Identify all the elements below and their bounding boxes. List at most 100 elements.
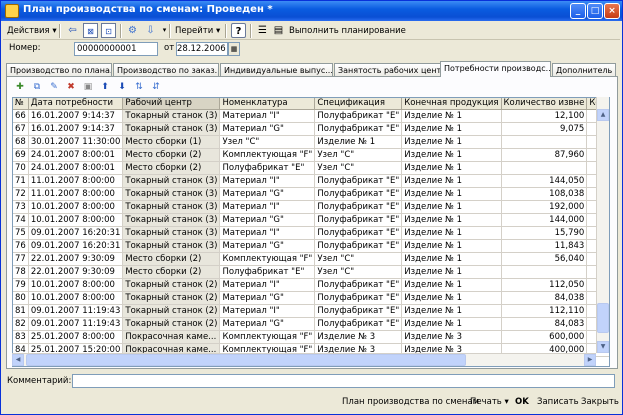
cell-work-center[interactable]: Место сборки (1) xyxy=(122,135,221,149)
cell-work-center[interactable]: Место сборки (2) xyxy=(122,265,221,279)
cell-qty-external[interactable]: 112,050 xyxy=(501,278,588,292)
col-header-nomenclature[interactable]: Номенклатура xyxy=(219,98,316,110)
cell-specification[interactable]: Изделие № 3 xyxy=(314,330,403,344)
cell-need-date[interactable]: 24.01.2007 8:00:01 xyxy=(28,161,124,175)
cell-final-product[interactable]: Изделие № 1 xyxy=(401,252,502,266)
tab-order-production[interactable]: Производство по заказ... xyxy=(113,63,219,76)
tab-individual-releases[interactable]: Индивидуальные выпус... xyxy=(220,63,333,76)
cell-final-product[interactable]: Изделие № 1 xyxy=(401,174,502,188)
cell-need-date[interactable]: 24.01.2007 8:00:01 xyxy=(28,148,124,162)
table-row[interactable]: 67 16.01.2007 9:14:37 Токарный станок (3) М… xyxy=(13,122,609,136)
table-row[interactable]: 72 11.01.2007 8:00:00 Токарный станок (3) М… xyxy=(13,187,609,201)
cell-qty-external[interactable]: 108,038 xyxy=(501,187,588,201)
minimize-button[interactable]: _ xyxy=(570,3,586,19)
table-row[interactable]: 78 22.01.2007 9:30:09 Место сборки (2) Полу… xyxy=(13,265,609,279)
cell-qty-external[interactable]: 12,100 xyxy=(501,109,588,123)
back-arrow-icon[interactable]: ⇦ xyxy=(65,23,80,38)
cell-work-center[interactable]: Токарный станок (3) xyxy=(122,200,221,214)
table-row[interactable]: 73 10.01.2007 8:00:00 Токарный станок (3) М… xyxy=(13,200,609,214)
cell-qty-external[interactable]: 56,040 xyxy=(501,252,588,266)
table-row[interactable]: 69 24.01.2007 8:00:01 Место сборки (2) Комп… xyxy=(13,148,609,162)
cell-need-date[interactable]: 10.01.2007 8:00:00 xyxy=(28,291,124,305)
cell-final-product[interactable]: Изделие № 1 xyxy=(401,213,502,227)
cell-nomenclature[interactable]: Полуфабрикат "E" xyxy=(219,161,316,175)
ok-button[interactable]: OK xyxy=(512,395,532,410)
table-row[interactable]: 66 16.01.2007 9:14:37 Токарный станок (3) М… xyxy=(13,109,609,123)
scroll-right-icon[interactable]: ▶ xyxy=(584,354,596,366)
cell-nomenclature[interactable]: Материал "G" xyxy=(219,239,316,253)
end-edit-icon[interactable]: ▣ xyxy=(81,80,95,94)
table-row[interactable]: 68 30.01.2007 11:30:00 Место сборки (1) Узе… xyxy=(13,135,609,149)
cell-qty-external[interactable]: 192,000 xyxy=(501,200,588,214)
cell-nomenclature[interactable]: Материал "I" xyxy=(219,226,316,240)
comment-field[interactable] xyxy=(72,374,615,388)
sort-asc-icon[interactable]: ⇅ xyxy=(132,80,146,94)
cell-final-product[interactable]: Изделие № 1 xyxy=(401,304,502,318)
cell-specification[interactable]: Полуфабрикат "E" xyxy=(314,239,403,253)
edit-row-icon[interactable]: ✎ xyxy=(47,80,61,94)
save-button[interactable]: Записать xyxy=(534,395,582,410)
cell-row-number[interactable]: 81 xyxy=(13,304,29,318)
copy-row-icon[interactable]: ⧉ xyxy=(30,80,44,94)
run-planning-button[interactable]: Выполнить планирование xyxy=(289,24,406,38)
col-header-need-date[interactable]: Дата потребности xyxy=(28,98,124,110)
cell-need-date[interactable]: 22.01.2007 9:30:09 xyxy=(28,265,124,279)
cell-row-number[interactable]: 75 xyxy=(13,226,29,240)
date-field[interactable]: 28.12.2006 21:45:04 xyxy=(176,42,228,56)
structure-icon[interactable]: ⚙ xyxy=(125,23,140,38)
cell-final-product[interactable]: Изделие № 1 xyxy=(401,291,502,305)
list-view-icon[interactable]: ☰ xyxy=(255,23,270,38)
post-document-icon[interactable]: ⊠ xyxy=(83,23,98,38)
cell-qty-external[interactable]: 84,083 xyxy=(501,317,588,331)
cell-work-center[interactable]: Токарный станок (3) xyxy=(122,122,221,136)
cell-qty-external[interactable] xyxy=(501,161,588,175)
cell-final-product[interactable]: Изделие № 1 xyxy=(401,278,502,292)
cell-row-number[interactable]: 78 xyxy=(13,265,29,279)
cell-need-date[interactable]: 30.01.2007 11:30:00 xyxy=(28,135,124,149)
cell-need-date[interactable]: 11.01.2007 8:00:00 xyxy=(28,187,124,201)
cell-specification[interactable]: Узел "C" xyxy=(314,161,403,175)
table-row[interactable]: 76 09.01.2007 16:20:31 Токарный станок (3)… xyxy=(13,239,609,253)
cell-final-product[interactable]: Изделие № 1 xyxy=(401,161,502,175)
cell-qty-external[interactable]: 112,110 xyxy=(501,304,588,318)
cell-work-center[interactable]: Место сборки (2) xyxy=(122,148,221,162)
cell-need-date[interactable]: 10.01.2007 8:00:00 xyxy=(28,200,124,214)
cell-row-number[interactable]: 73 xyxy=(13,200,29,214)
cell-work-center[interactable]: Токарный станок (3) xyxy=(122,213,221,227)
cell-qty-external[interactable]: 144,050 xyxy=(501,174,588,188)
calendar-icon[interactable]: ▦ xyxy=(228,42,240,56)
cell-nomenclature[interactable]: Материал "G" xyxy=(219,213,316,227)
cell-work-center[interactable]: Токарный станок (3) xyxy=(122,226,221,240)
hscroll-thumb[interactable] xyxy=(26,354,466,366)
cell-nomenclature[interactable]: Материал "I" xyxy=(219,174,316,188)
cell-nomenclature[interactable]: Материал "I" xyxy=(219,200,316,214)
cell-final-product[interactable]: Изделие № 1 xyxy=(401,122,502,136)
cell-nomenclature[interactable]: Комплектующая "F" xyxy=(219,252,316,266)
cell-specification[interactable]: Полуфабрикат "E" xyxy=(314,317,403,331)
vertical-scrollbar[interactable]: ▲ ▼ xyxy=(596,97,609,353)
goto-menu[interactable]: Перейти ▾ xyxy=(175,24,220,38)
unpost-document-icon[interactable]: ⊡ xyxy=(101,23,116,38)
cell-row-number[interactable]: 77 xyxy=(13,252,29,266)
col-header-number[interactable]: № xyxy=(13,98,29,110)
cell-row-number[interactable]: 66 xyxy=(13,109,29,123)
help-button[interactable]: ? xyxy=(231,23,246,38)
cell-nomenclature[interactable]: Узел "C" xyxy=(219,135,316,149)
cell-work-center[interactable]: Токарный станок (2) xyxy=(122,278,221,292)
cell-final-product[interactable]: Изделие № 3 xyxy=(401,330,502,344)
cell-final-product[interactable]: Изделие № 1 xyxy=(401,187,502,201)
add-row-icon[interactable]: ✚ xyxy=(13,80,27,94)
cell-specification[interactable]: Полуфабрикат "E" xyxy=(314,278,403,292)
cell-qty-external[interactable] xyxy=(501,265,588,279)
scroll-left-icon[interactable]: ◀ xyxy=(12,354,24,366)
table-row[interactable]: 81 09.01.2007 11:19:43 Токарный станок (2)… xyxy=(13,304,609,318)
cell-specification[interactable]: Полуфабрикат "E" xyxy=(314,187,403,201)
cell-work-center[interactable]: Покрасочная каме... xyxy=(122,330,221,344)
cell-need-date[interactable]: 16.01.2007 9:14:37 xyxy=(28,122,124,136)
cell-specification[interactable]: Изделие № 1 xyxy=(314,135,403,149)
cell-qty-external[interactable]: 87,960 xyxy=(501,148,588,162)
cell-nomenclature[interactable]: Комплектующая "F" xyxy=(219,330,316,344)
cell-nomenclature[interactable]: Материал "G" xyxy=(219,317,316,331)
properties-icon[interactable]: ▤ xyxy=(271,23,286,38)
cell-work-center[interactable]: Токарный станок (3) xyxy=(122,174,221,188)
